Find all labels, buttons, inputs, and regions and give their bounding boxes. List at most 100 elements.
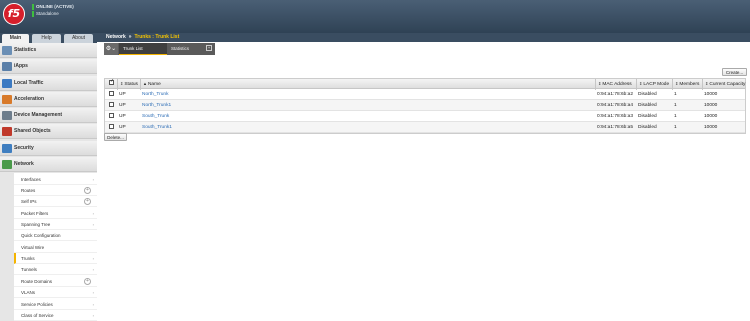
select-all-checkbox[interactable] [107, 78, 116, 89]
nav-section-label: Local Traffic [14, 80, 44, 86]
nav-section-label: Device Management [14, 112, 63, 118]
trunk-table: ⇕Status ▲Name ⇕MAC Address ⇕LACP Mode ⇕M… [104, 78, 746, 134]
page-tabs: ⚙⌄ Trunk List Statistics + [104, 43, 215, 55]
col-members-label: Members [679, 82, 700, 87]
device-mode: Standalone [32, 11, 59, 17]
row-name-link[interactable]: South_Trunk [140, 111, 595, 122]
row-name-link[interactable]: South_Trunk1 [140, 122, 595, 133]
create-button[interactable]: Create... [722, 68, 747, 76]
row-status: UP [119, 125, 126, 130]
add-icon[interactable]: + [84, 278, 91, 285]
network-submenu: Interfaces › Routes + Self IPs + Packet Fil… [14, 173, 97, 321]
add-icon[interactable]: + [84, 198, 91, 205]
iapps-icon [2, 62, 12, 71]
add-icon[interactable]: + [84, 187, 91, 194]
sub-item-label: Virtual Wire [21, 245, 45, 250]
sub-item-label: Packet Filters [21, 211, 49, 216]
row-lacp: Disabled [638, 125, 657, 130]
nav-section-label: Security [14, 145, 34, 151]
status-indicator [32, 4, 34, 10]
sort-up-icon: ▲ [143, 81, 147, 86]
delete-button[interactable]: Delete... [104, 133, 127, 141]
breadcrumb-separator: » [128, 34, 132, 40]
breadcrumb-root[interactable]: Network [106, 34, 126, 40]
sort-icon: ⇕ [675, 81, 679, 86]
sidebar-item-vlans[interactable]: VLANs › [14, 287, 97, 298]
sidebar-item-trunks[interactable]: Trunks › [14, 253, 97, 264]
device-management-icon [2, 111, 12, 120]
sub-item-label: Service Policies [21, 302, 53, 307]
nav-section-device-management[interactable]: Device Management [0, 108, 97, 123]
col-mac-label: MAC Address [602, 82, 632, 87]
sidebar-item-service-policies[interactable]: Service Policies › [14, 299, 97, 310]
sidebar-item-interfaces[interactable]: Interfaces › [14, 174, 97, 185]
sort-icon: ⇕ [705, 81, 709, 86]
sidebar-item-spanning-tree[interactable]: Spanning Tree › [14, 219, 97, 230]
tab-main[interactable]: Main [2, 34, 29, 43]
row-capacity: 10000 [704, 92, 718, 97]
tab-trunk-list[interactable]: Trunk List [119, 43, 167, 55]
sidebar-item-packet-filters[interactable]: Packet Filters › [14, 208, 97, 219]
row-checkbox[interactable] [107, 122, 116, 133]
sidebar-item-quick-configuration[interactable]: Quick Configuration [14, 230, 97, 241]
sub-item-label: Route Domains [21, 279, 53, 284]
sub-item-label: Tunnels [21, 267, 37, 272]
mode-text: Standalone [36, 11, 59, 16]
left-navigation: Main Help About Statistics iApps Local T… [0, 33, 97, 321]
chevron-right-icon: › [92, 267, 94, 272]
nav-section-network[interactable]: Network [0, 157, 97, 172]
nav-section-local-traffic[interactable]: Local Traffic [0, 76, 97, 91]
expand-icon[interactable]: + [206, 45, 212, 51]
row-mac: 0:94:a1:78:6b:a5 [597, 125, 634, 130]
nav-section-acceleration[interactable]: Acceleration [0, 92, 97, 107]
row-members: 1 [674, 92, 677, 97]
sidebar-item-tunnels[interactable]: Tunnels › [14, 264, 97, 275]
sidebar-item-class-of-service[interactable]: Class of Service › [14, 310, 97, 321]
nav-section-iapps[interactable]: iApps [0, 59, 97, 74]
row-lacp: Disabled [638, 92, 657, 97]
row-name-link[interactable]: North_Trunk [140, 89, 595, 100]
sub-item-label: Trunks [21, 256, 35, 261]
sidebar-item-routes[interactable]: Routes + [14, 185, 97, 196]
breadcrumb-current: Trunks : Trunk List [134, 34, 180, 40]
device-status: ONLINE (ACTIVE) [32, 4, 74, 10]
f5-logo[interactable]: f5 [3, 3, 25, 25]
chevron-down-icon: ⌄ [111, 46, 117, 52]
row-name-link[interactable]: North_Trunk1 [140, 100, 595, 111]
sidebar-item-virtual-wire[interactable]: Virtual Wire [14, 242, 97, 253]
top-banner: f5 ONLINE (ACTIVE) Standalone [0, 0, 750, 33]
nav-section-label: iApps [14, 63, 28, 69]
sort-icon: ⇕ [598, 81, 602, 86]
row-checkbox[interactable] [107, 100, 116, 111]
nav-section-security[interactable]: Security [0, 141, 97, 156]
sidebar-item-route-domains[interactable]: Route Domains + [14, 276, 97, 287]
row-members: 1 [674, 103, 677, 108]
row-checkbox[interactable] [107, 89, 116, 100]
tab-help[interactable]: Help [32, 34, 61, 43]
sub-item-label: VLANs [21, 290, 36, 295]
nav-section-label: Statistics [14, 47, 37, 53]
sub-item-label: Class of Service [21, 313, 54, 318]
nav-section-statistics[interactable]: Statistics [0, 43, 97, 58]
tab-about[interactable]: About [64, 34, 93, 43]
tab-statistics-label: Statistics [171, 46, 190, 51]
sub-item-label: Spanning Tree [21, 222, 51, 227]
tab-statistics[interactable]: Statistics + [167, 43, 215, 55]
chevron-right-icon: › [92, 177, 94, 182]
row-mac: 0:94:a1:78:6b:a3 [597, 114, 634, 119]
nav-section-shared-objects[interactable]: Shared Objects [0, 124, 97, 139]
sub-item-label: Interfaces [21, 177, 41, 182]
col-capacity-label: Current Capacity [709, 82, 746, 87]
table-row: UP North_Trunk 0:94:a1:78:6b:a2 Disabled… [105, 89, 745, 100]
sidebar-item-self-ips[interactable]: Self IPs + [14, 196, 97, 207]
nav-section-label: Network [14, 161, 34, 167]
gear-menu-button[interactable]: ⚙⌄ [104, 43, 118, 55]
chevron-right-icon: › [92, 222, 94, 227]
row-capacity: 10000 [704, 114, 718, 119]
row-checkbox[interactable] [107, 111, 116, 122]
row-capacity: 10000 [704, 125, 718, 130]
row-members: 1 [674, 114, 677, 119]
row-lacp: Disabled [638, 114, 657, 119]
row-lacp: Disabled [638, 103, 657, 108]
table-row: UP South_Trunk 0:94:a1:78:6b:a3 Disabled… [105, 111, 745, 122]
